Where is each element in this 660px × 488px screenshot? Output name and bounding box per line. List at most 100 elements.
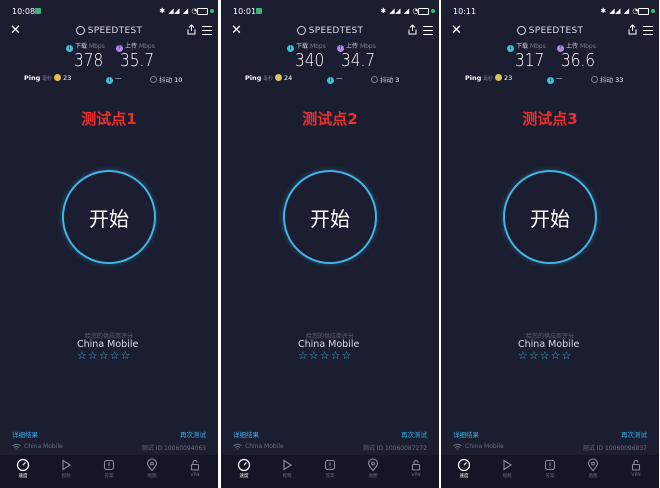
ping-value: 23 bbox=[54, 74, 71, 82]
top-bar: ✕ SPEEDTEST bbox=[441, 24, 659, 40]
app-logo: SPEEDTEST bbox=[221, 26, 439, 36]
retest-link[interactable]: 再次测试 bbox=[180, 429, 206, 439]
start-button[interactable]: 开始 bbox=[62, 170, 156, 264]
wifi-icon bbox=[453, 443, 462, 450]
jitter-icon bbox=[371, 76, 378, 83]
top-bar: ✕ SPEEDTEST bbox=[221, 24, 439, 40]
jitter: 抖动 33 bbox=[591, 74, 623, 84]
test-id: 测试 ID 10060087272 bbox=[362, 445, 427, 452]
nav-video[interactable]: 视频 bbox=[269, 458, 305, 479]
ping-icon bbox=[54, 74, 61, 81]
share-icon[interactable] bbox=[408, 24, 417, 35]
menu-icon[interactable] bbox=[643, 26, 653, 35]
start-button[interactable]: 开始 bbox=[503, 170, 597, 264]
menu-icon[interactable] bbox=[423, 26, 433, 35]
phone-screen-3: 10:11 ✱ ◢◢ ◢ ◔ ✕ SPEEDTEST ↓ 下载 Mbps ↑ 上传 … bbox=[441, 0, 659, 488]
status-bar: 10:01 ✱ ◢◢ ◢ ◔ bbox=[221, 0, 439, 20]
signal-wifi-icons: ✱ ◢◢ ◢ ◔ bbox=[600, 7, 639, 15]
jitter-icon bbox=[150, 76, 157, 83]
nav-answers[interactable]: 答案 bbox=[532, 458, 568, 479]
wifi-icon bbox=[233, 443, 242, 450]
download-value: 317 bbox=[515, 50, 545, 71]
nav-map[interactable]: 地图 bbox=[575, 458, 611, 479]
network-row: China Mobile 测试 ID 10060087272 bbox=[233, 443, 427, 452]
ping-label: Ping bbox=[245, 74, 262, 82]
nav-vpn[interactable]: VPN bbox=[398, 458, 434, 478]
nav-answers[interactable]: 答案 bbox=[91, 458, 127, 479]
play-icon bbox=[283, 459, 293, 471]
detail-results-link[interactable]: 详细结果 bbox=[12, 429, 38, 439]
battery-icon bbox=[418, 8, 429, 15]
alert-icon bbox=[103, 459, 115, 471]
ping-label: Ping bbox=[24, 74, 41, 82]
nav-map[interactable]: 地图 bbox=[134, 458, 170, 479]
detail-results-link[interactable]: 详细结果 bbox=[233, 429, 259, 439]
nav-video[interactable]: 视频 bbox=[489, 458, 525, 479]
download-latency: ↓ — bbox=[547, 74, 563, 84]
speedometer-icon bbox=[457, 458, 471, 472]
map-pin-icon bbox=[146, 458, 158, 472]
lock-icon bbox=[190, 459, 200, 471]
nav-speed[interactable]: 速度 bbox=[5, 458, 41, 479]
speedometer-icon bbox=[237, 458, 251, 472]
nav-speed[interactable]: 速度 bbox=[226, 458, 262, 479]
battery-icon bbox=[197, 8, 208, 15]
network-row: China Mobile 测试 ID 10060094063 bbox=[12, 443, 206, 452]
status-dot-icon bbox=[651, 9, 655, 13]
download-icon: ↓ bbox=[66, 45, 73, 52]
status-dot-icon bbox=[431, 9, 435, 13]
retest-link[interactable]: 再次测试 bbox=[401, 429, 427, 439]
app-logo: SPEEDTEST bbox=[0, 26, 218, 36]
ping-unit: 毫秒 bbox=[483, 76, 494, 82]
map-pin-icon bbox=[367, 458, 379, 472]
detail-results-link[interactable]: 详细结果 bbox=[453, 429, 479, 439]
rating-stars[interactable]: ☆☆☆☆☆ bbox=[77, 349, 131, 362]
lock-icon bbox=[411, 459, 421, 471]
download-value: 378 bbox=[74, 50, 104, 71]
app-logo: SPEEDTEST bbox=[441, 26, 659, 36]
notification-icon bbox=[256, 8, 262, 14]
ping-row: Ping 毫秒 23 ↓ — 抖动 10 bbox=[0, 74, 218, 84]
nav-vpn[interactable]: VPN bbox=[177, 458, 213, 478]
retest-link[interactable]: 再次测试 bbox=[621, 429, 647, 439]
test-id: 测试 ID 10060094063 bbox=[141, 445, 206, 452]
jitter: 抖动 3 bbox=[371, 74, 399, 84]
share-icon[interactable] bbox=[187, 24, 196, 35]
ping-value: 23 bbox=[495, 74, 512, 82]
network-row: China Mobile 测试 ID 10060096837 bbox=[453, 443, 647, 452]
bottom-nav: 速度 视频 答案 地图 VPN bbox=[0, 455, 218, 488]
nav-vpn[interactable]: VPN bbox=[618, 458, 654, 478]
alert-icon bbox=[324, 459, 336, 471]
rating-stars[interactable]: ☆☆☆☆☆ bbox=[298, 349, 352, 362]
upload-value: 35.7 bbox=[120, 50, 155, 71]
download-latency: ↓ — bbox=[327, 74, 343, 84]
start-button[interactable]: 开始 bbox=[283, 170, 377, 264]
menu-icon[interactable] bbox=[202, 26, 212, 35]
nav-answers[interactable]: 答案 bbox=[312, 458, 348, 479]
nav-video[interactable]: 视频 bbox=[48, 458, 84, 479]
bottom-nav: 速度 视频 答案 地图 VPN bbox=[441, 455, 659, 488]
network-name: China Mobile bbox=[24, 443, 63, 450]
rating-stars[interactable]: ☆☆☆☆☆ bbox=[518, 349, 572, 362]
play-icon bbox=[62, 459, 72, 471]
network-name: China Mobile bbox=[245, 443, 284, 450]
speedometer-icon bbox=[75, 26, 85, 35]
speedometer-icon bbox=[516, 26, 526, 35]
download-icon: ↓ bbox=[106, 77, 113, 84]
signal-wifi-icons: ✱ ◢◢ ◢ ◔ bbox=[380, 7, 419, 15]
phone-screen-2: 10:01 ✱ ◢◢ ◢ ◔ ✕ SPEEDTEST ↓ 下载 Mbps ↑ 上传 … bbox=[221, 0, 439, 488]
status-time: 10:08 bbox=[12, 7, 36, 16]
share-icon[interactable] bbox=[628, 24, 637, 35]
test-point-label: 测试点2 bbox=[302, 110, 358, 128]
nav-map[interactable]: 地图 bbox=[355, 458, 391, 479]
ping-unit: 毫秒 bbox=[42, 76, 53, 82]
map-pin-icon bbox=[587, 458, 599, 472]
ping-row: Ping 毫秒 23 ↓ — 抖动 33 bbox=[441, 74, 659, 84]
jitter-icon bbox=[591, 76, 598, 83]
nav-speed[interactable]: 速度 bbox=[446, 458, 482, 479]
test-point-label: 测试点1 bbox=[81, 110, 137, 128]
ping-row: Ping 毫秒 24 ↓ — 抖动 3 bbox=[221, 74, 439, 84]
ping-value: 24 bbox=[275, 74, 292, 82]
battery-icon bbox=[638, 8, 649, 15]
ping-label: Ping bbox=[465, 74, 482, 82]
